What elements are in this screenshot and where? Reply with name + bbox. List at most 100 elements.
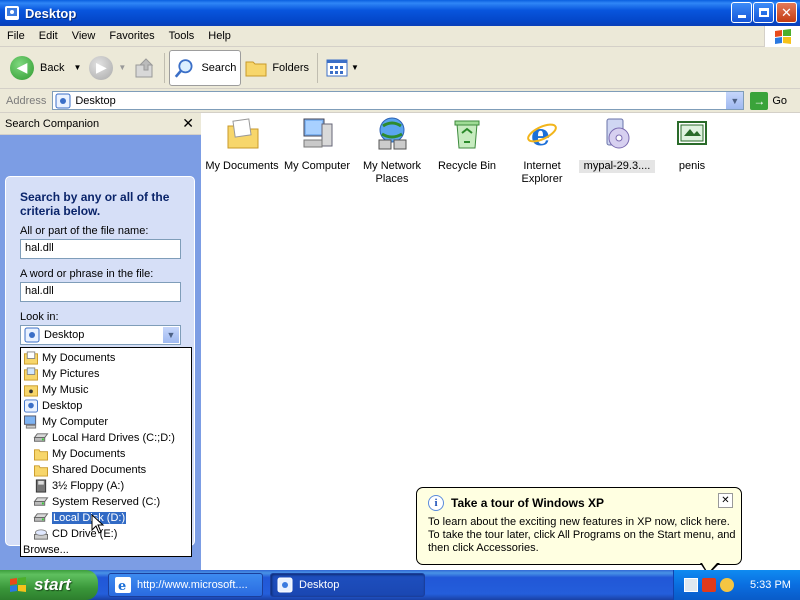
taskbar: start e http://www.microsoft.... Desktop…: [0, 570, 800, 600]
folder-icon: [34, 449, 48, 461]
desktop-shortcut[interactable]: My Computer: [279, 116, 355, 173]
lookin-option[interactable]: Local Disk (D:): [33, 510, 128, 526]
lookin-option[interactable]: My Pictures: [23, 366, 99, 382]
start-label: start: [34, 575, 71, 594]
chevron-down-icon[interactable]: ▼: [726, 92, 744, 109]
taskbar-item-label: http://www.microsoft....: [137, 579, 248, 591]
lookin-option[interactable]: My Documents: [23, 350, 115, 366]
my-music-icon: [24, 385, 38, 397]
desktop-shortcut-label: penis: [678, 160, 706, 172]
windows-logo-icon: [764, 26, 800, 47]
desktop-shortcut[interactable]: My Network Places: [354, 116, 430, 186]
window-title: Desktop: [25, 5, 77, 21]
balloon-body[interactable]: To learn about the exciting new features…: [428, 516, 738, 555]
maximize-button[interactable]: [753, 2, 774, 23]
svg-text:e: e: [118, 579, 126, 593]
clock[interactable]: 5:33 PM: [750, 579, 791, 591]
my-computer-icon: [303, 118, 333, 148]
phrase-input[interactable]: hal.dll: [20, 282, 181, 302]
menu-help[interactable]: Help: [201, 30, 238, 42]
desktop-shortcut-label: mypal-29.3....: [579, 160, 655, 173]
menu-edit[interactable]: Edit: [32, 30, 65, 42]
cd-drive-icon: [34, 529, 48, 540]
desktop-shortcut[interactable]: My Documents: [204, 116, 280, 173]
desktop-icon: [5, 6, 19, 20]
minimize-button[interactable]: [731, 2, 752, 23]
close-button[interactable]: ✕: [776, 2, 797, 23]
lookin-option-label: Desktop: [42, 400, 83, 412]
folders-button[interactable]: Folders: [241, 50, 313, 86]
toolbar-separator: [317, 52, 318, 83]
my-computer-icon: [23, 415, 37, 429]
up-folder-button[interactable]: [130, 50, 160, 86]
network-icon[interactable]: [684, 578, 698, 592]
desktop-shortcut[interactable]: penis: [654, 116, 730, 173]
toolbar: ◀ Back ▼ ▶ ▼ Search Folders ▼: [0, 47, 800, 89]
desktop-shortcut[interactable]: mypal-29.3....: [579, 116, 655, 173]
lookin-option[interactable]: My Documents: [33, 446, 125, 462]
go-button[interactable]: → Go: [750, 91, 787, 110]
folders-icon: [245, 61, 267, 76]
recycle-bin-icon: [454, 120, 480, 149]
lookin-option[interactable]: Desktop: [23, 398, 82, 414]
phrase-label: A word or phrase in the file:: [20, 268, 154, 280]
lookin-option[interactable]: System Reserved (C:): [33, 494, 160, 510]
address-input[interactable]: Desktop ▼: [52, 91, 745, 110]
lookin-option[interactable]: Local Hard Drives (C:;D:): [33, 430, 175, 446]
installer-icon: [606, 118, 630, 149]
taskbar-item-desktop[interactable]: Desktop: [270, 573, 425, 597]
start-button[interactable]: start: [0, 570, 98, 600]
desktop-shortcut[interactable]: Recycle Bin: [429, 116, 505, 173]
lookin-option[interactable]: Shared Documents: [33, 462, 146, 478]
close-icon[interactable]: ✕: [182, 115, 194, 132]
desktop-icon: [277, 577, 293, 593]
lookin-option-label: 3½ Floppy (A:): [52, 480, 125, 492]
taskbar-item-label: Desktop: [299, 579, 340, 591]
chevron-down-icon[interactable]: ▼: [163, 327, 179, 343]
search-button[interactable]: Search: [169, 49, 242, 86]
lookin-option[interactable]: My Music: [23, 382, 88, 398]
views-button[interactable]: ▼: [322, 50, 363, 86]
filename-input[interactable]: hal.dll: [20, 239, 181, 259]
close-icon: ✕: [781, 4, 792, 20]
title-bar[interactable]: Desktop ✕: [0, 0, 800, 26]
windows-logo-icon: [10, 577, 26, 592]
desktop-shortcut-label: Recycle Bin: [437, 160, 497, 172]
desktop-icon: [24, 327, 40, 343]
desktop-shortcut[interactable]: e Internet Explorer: [504, 116, 580, 186]
internet-explorer-icon: e: [527, 118, 557, 153]
my-pictures-icon: [24, 367, 38, 381]
chevron-down-icon: ▼: [351, 63, 359, 72]
menu-file[interactable]: File: [0, 30, 32, 42]
tour-balloon[interactable]: i Take a tour of Windows XP ✕ To learn a…: [416, 487, 742, 565]
forward-button[interactable]: ▶ ▼: [85, 50, 130, 86]
lookin-select[interactable]: Desktop ▼: [20, 325, 181, 345]
menu-tools[interactable]: Tools: [162, 30, 202, 42]
desktop-icon: [55, 93, 71, 108]
taskbar-item-browser[interactable]: e http://www.microsoft....: [108, 573, 263, 597]
system-tray: 5:33 PM: [673, 570, 800, 600]
lookin-value: Desktop: [44, 329, 85, 341]
lookin-option[interactable]: 3½ Floppy (A:): [33, 478, 124, 494]
search-criteria-heading: Search by any or all of the criteria bel…: [20, 190, 170, 218]
menu-favorites[interactable]: Favorites: [102, 30, 161, 42]
lookin-option[interactable]: Browse...: [23, 542, 69, 558]
menu-view[interactable]: View: [65, 30, 103, 42]
tour-icon[interactable]: [720, 578, 734, 592]
views-icon: [326, 59, 348, 76]
network-places-icon: [378, 117, 407, 150]
minimize-icon: [737, 15, 746, 18]
mouse-cursor-icon: [91, 514, 105, 534]
security-alert-icon[interactable]: [702, 578, 716, 592]
toolbar-separator: [164, 52, 166, 83]
desktop-shortcut-label: My Network Places: [362, 160, 422, 185]
lookin-label: Look in:: [20, 311, 59, 323]
hard-drive-icon: [33, 433, 49, 442]
floppy-icon: [35, 479, 47, 493]
lookin-option-label: Browse...: [23, 544, 69, 556]
lookin-option[interactable]: My Computer: [23, 414, 108, 430]
lookin-option-label: My Pictures: [42, 368, 100, 380]
back-button[interactable]: ◀ Back ▼: [6, 50, 85, 86]
restore-icon: [758, 8, 769, 17]
close-icon[interactable]: ✕: [718, 493, 733, 508]
